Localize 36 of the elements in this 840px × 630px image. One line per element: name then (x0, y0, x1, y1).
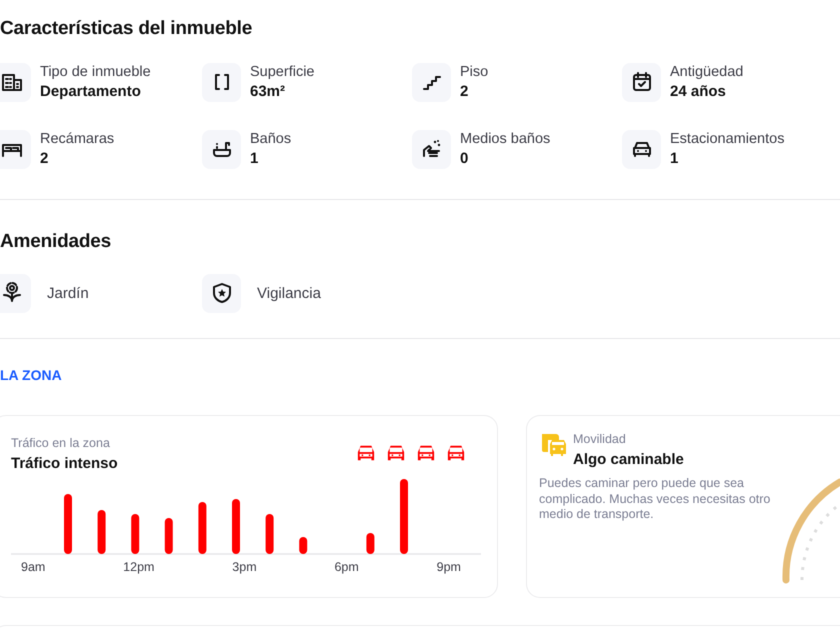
feature-label: Superficie (250, 64, 314, 80)
feature-value: 1 (670, 150, 680, 167)
card-caption: Tráfico en la zona (11, 436, 111, 450)
section-link[interactable]: LA ZONA (0, 367, 62, 383)
hour-label: 12pm (123, 560, 154, 574)
amenity-label: Jardín (47, 284, 89, 302)
car-icon (445, 444, 467, 462)
feature-label: Recámaras (40, 131, 114, 147)
car-icon (385, 444, 407, 462)
hour-label: 9am (21, 560, 46, 574)
feature-value: 24 años (670, 83, 727, 100)
hour-label: 9pm (436, 560, 461, 574)
hour-label: 6pm (334, 560, 359, 574)
amenity-label: Vigilancia (257, 284, 321, 302)
feature-label: Baños (250, 131, 292, 147)
feature-label: Estacionamientos (670, 131, 784, 147)
car-icon (415, 444, 437, 462)
feature-value: Departamento (40, 83, 142, 100)
feature-value: 63m² (250, 83, 286, 100)
card-title: Tráfico intenso (11, 455, 118, 472)
car-icon (355, 444, 377, 462)
card-caption: Movilidad (573, 432, 627, 446)
feature-value: 2 (40, 150, 50, 167)
card-title: Algo caminable (573, 451, 684, 468)
feature-value: 1 (250, 150, 260, 167)
hour-label: 3pm (232, 560, 257, 574)
flower-icon (0, 281, 24, 305)
feature-value: 0 (460, 150, 470, 167)
section-title: Características del inmueble (0, 18, 254, 40)
feature-label: Piso (460, 64, 488, 80)
card-description: Puedes caminar pero puede que sea complicado. Muchas veces necesitas otro medio de transporte. (539, 476, 772, 523)
section-title: Amenidades (0, 231, 112, 253)
feature-label: Antigüedad (670, 64, 744, 80)
feature-value: 2 (460, 83, 470, 100)
feature-label: Tipo de inmueble (40, 64, 151, 80)
feature-label: Medios baños (460, 131, 550, 147)
